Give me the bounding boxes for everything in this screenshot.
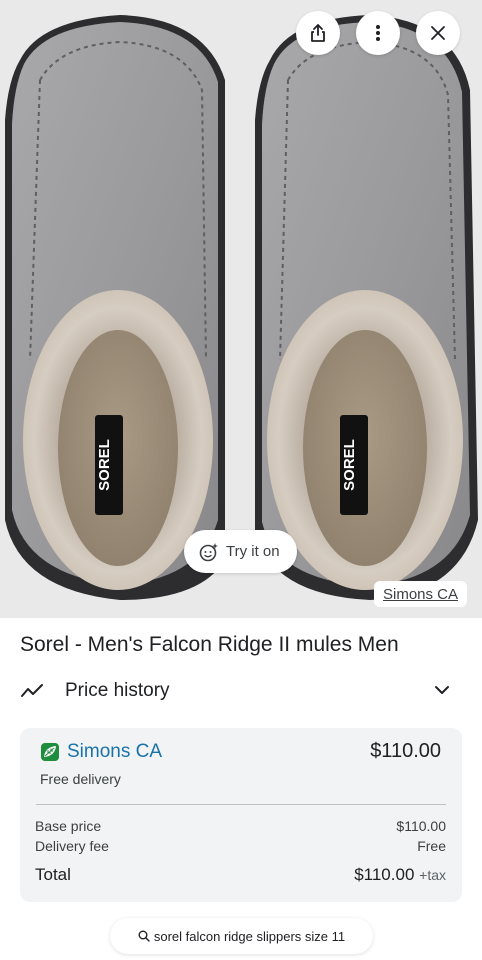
share-icon bbox=[311, 24, 325, 42]
delivery-fee-value: Free bbox=[417, 838, 446, 854]
right-insole-logo: SOREL bbox=[341, 439, 358, 491]
slippers-illustration: SOREL SOREL bbox=[0, 0, 482, 618]
search-icon bbox=[138, 930, 150, 942]
share-button[interactable] bbox=[296, 11, 340, 55]
offer-card[interactable]: Simons CA $110.00 Free delivery Base pri… bbox=[20, 728, 462, 902]
related-search-query: sorel falcon ridge slippers size 11 bbox=[153, 928, 346, 944]
try-it-on-label: Try it on bbox=[226, 543, 280, 560]
price-history-toggle[interactable]: Price history bbox=[0, 670, 482, 712]
base-price-value: $110.00 bbox=[396, 818, 446, 834]
close-button[interactable] bbox=[416, 11, 460, 55]
merchant-link[interactable]: Simons CA bbox=[40, 741, 162, 763]
try-on-face-icon bbox=[199, 542, 218, 561]
more-options-button[interactable] bbox=[356, 11, 400, 55]
offer-price: $110.00 bbox=[370, 740, 441, 762]
close-icon bbox=[431, 26, 445, 40]
tax-suffix: +tax bbox=[419, 867, 446, 883]
product-image[interactable]: SOREL SOREL Try it on Simons CA bbox=[0, 0, 482, 618]
total-label: Total bbox=[35, 865, 71, 884]
merchant-leaf-icon bbox=[41, 743, 59, 761]
trend-icon bbox=[21, 684, 43, 697]
more-vert-icon bbox=[376, 25, 380, 41]
chevron-down-icon bbox=[435, 686, 449, 694]
price-history-label: Price history bbox=[65, 680, 170, 701]
delivery-fee-label: Delivery fee bbox=[35, 838, 109, 854]
image-source-link[interactable]: Simons CA bbox=[374, 581, 468, 607]
total-value-group: $110.00 +tax bbox=[354, 865, 446, 885]
divider bbox=[36, 804, 446, 805]
try-it-on-button[interactable]: Try it on bbox=[184, 530, 297, 573]
merchant-name: Simons CA bbox=[67, 741, 163, 762]
related-search-chip[interactable]: sorel falcon ridge slippers size 11 bbox=[110, 918, 373, 954]
base-price-label: Base price bbox=[35, 818, 102, 834]
product-title: Sorel - Men's Falcon Ridge II mules Men bbox=[20, 633, 399, 656]
delivery-note: Free delivery bbox=[40, 771, 121, 787]
total-value: $110.00 bbox=[354, 865, 415, 884]
left-insole-logo: SOREL bbox=[96, 439, 113, 491]
